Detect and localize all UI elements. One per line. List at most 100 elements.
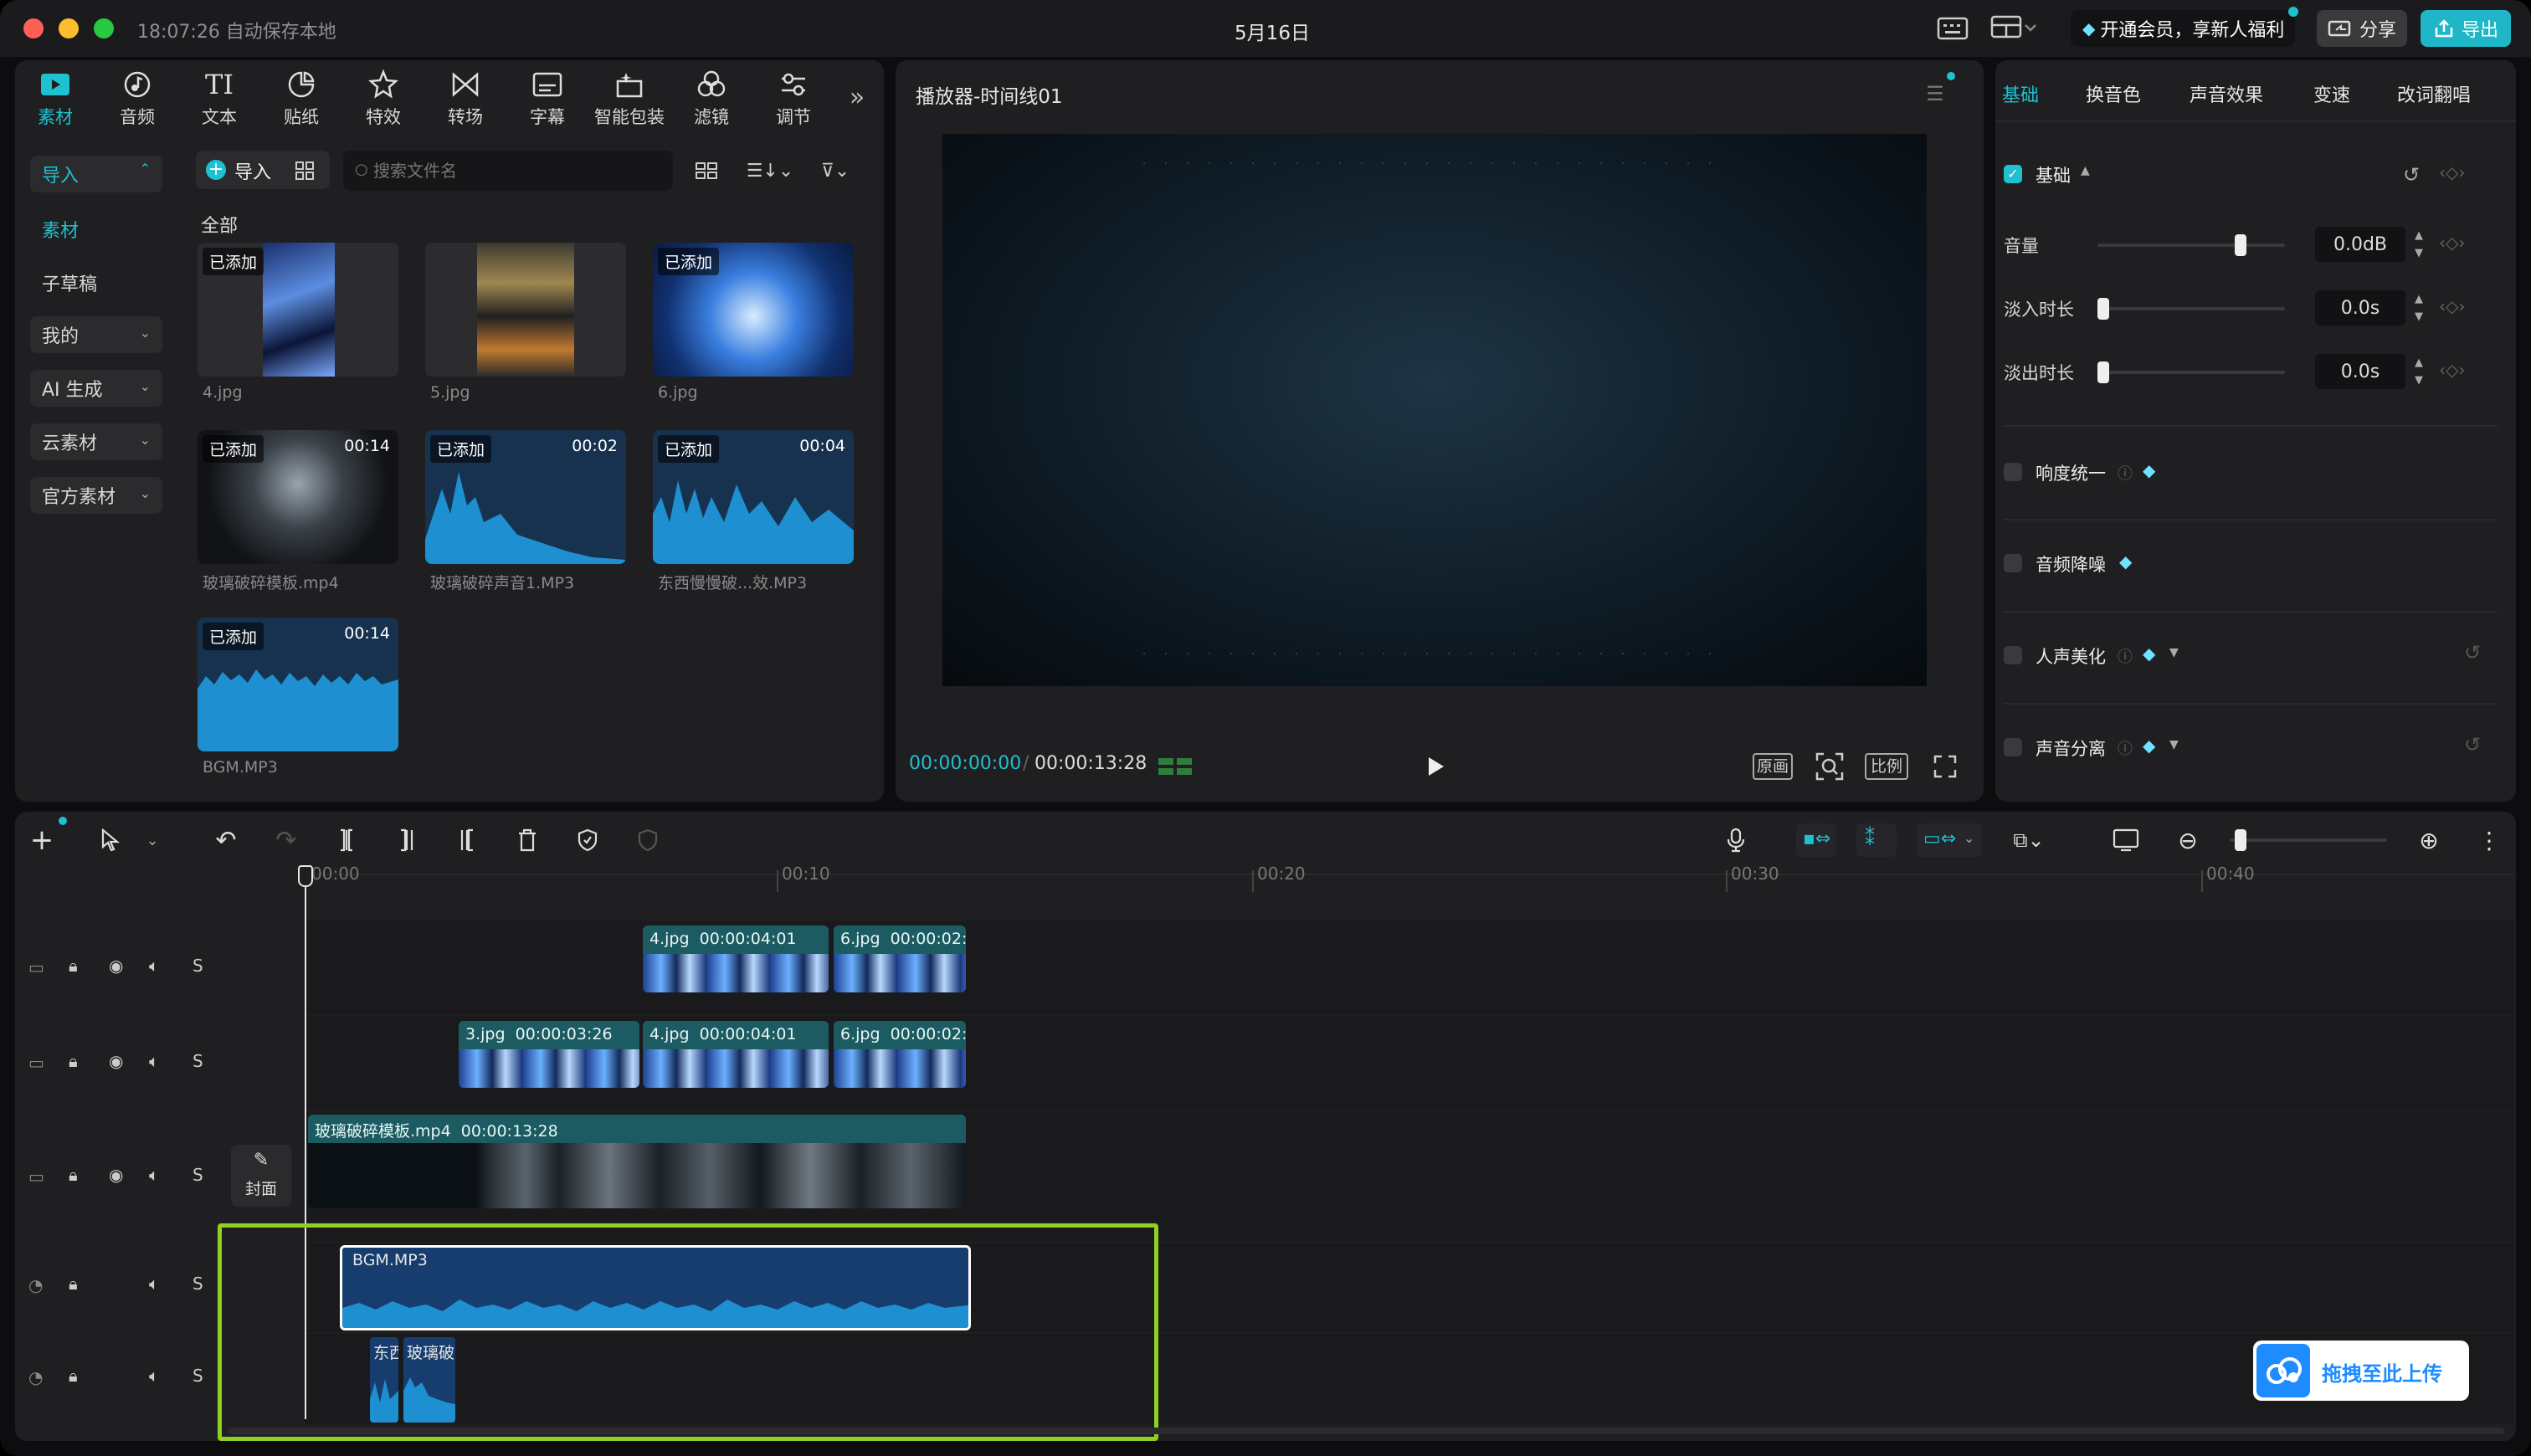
volume-value-field[interactable]: 0.0dB — [2315, 227, 2405, 262]
toolbar-audio[interactable]: 音频 — [97, 67, 177, 127]
layout-icon[interactable] — [1989, 12, 2039, 44]
basic-checkbox[interactable]: ✓ — [2004, 165, 2022, 183]
keyframe-nav-icon[interactable]: ‹◇› — [2439, 296, 2465, 316]
shortcut-keyboard-icon[interactable] — [1935, 13, 1970, 44]
more-options-icon[interactable]: ⋮ — [2472, 823, 2506, 857]
share-button[interactable]: 分享 — [2317, 10, 2407, 47]
help-icon[interactable]: ⓘ — [2118, 462, 2133, 484]
caret-up-icon[interactable]: ▲ — [2081, 164, 2090, 177]
lock-icon[interactable]: 🔒︎ — [69, 1366, 78, 1386]
playhead[interactable] — [305, 867, 306, 1419]
media-item-break-sfx-mp3[interactable]: 已添加 00:04 — [653, 430, 854, 564]
sidebar-item-cloud[interactable]: 云素材 ⌄ — [30, 423, 162, 460]
search-box[interactable]: ○ — [343, 151, 673, 191]
toolbar-sticker[interactable]: 贴纸 — [261, 67, 341, 127]
zoom-in-icon[interactable]: ⊕ — [2412, 823, 2446, 857]
solo-button[interactable]: S — [193, 1051, 203, 1071]
reset-icon[interactable]: ↺ — [2464, 641, 2481, 664]
timeline-clip[interactable]: 4.jpg 00:00:04:01 — [643, 1021, 829, 1088]
media-item-5-jpg[interactable] — [425, 243, 626, 377]
bgm-audio-clip[interactable]: BGM.MP3 — [340, 1245, 971, 1330]
auto-snap-button[interactable]: ▪⇔ — [1796, 823, 1836, 857]
zoom-out-icon[interactable]: ⊖ — [2171, 823, 2205, 857]
keyframe-nav-icon[interactable]: ‹◇› — [2439, 233, 2465, 253]
speaker-icon[interactable]: 🔈︎ — [149, 1165, 159, 1185]
player-menu-icon[interactable]: ☰ — [1918, 80, 1952, 107]
loudness-checkbox[interactable] — [2004, 463, 2022, 481]
timeline-clip[interactable]: 3.jpg 00:00:03:26 — [459, 1021, 639, 1088]
fade-out-stepper[interactable]: ▲ ▼ — [2409, 354, 2429, 389]
volume-slider[interactable] — [2097, 234, 2285, 256]
voice-beautify-checkbox[interactable] — [2004, 646, 2022, 664]
zoom-slider[interactable] — [2230, 829, 2387, 851]
import-button[interactable]: 导入 — [234, 157, 271, 184]
toolbar-more-icon[interactable]: » — [840, 80, 874, 114]
solo-button[interactable]: S — [193, 956, 203, 976]
plus-icon[interactable]: + — [206, 160, 226, 180]
caret-down-icon[interactable]: ▼ — [2169, 646, 2179, 659]
fade-in-value-field[interactable]: 0.0s — [2315, 290, 2405, 326]
split-right-icon[interactable] — [450, 823, 484, 857]
sidebar-item-ai-generate[interactable]: AI 生成 ⌄ — [30, 370, 162, 407]
cover-button[interactable]: ✎ 封面 — [231, 1145, 291, 1207]
media-item-4-jpg[interactable]: 已添加 — [198, 243, 398, 377]
freeze-shield-icon[interactable] — [571, 823, 604, 857]
caret-down-icon[interactable]: ▼ — [2169, 738, 2179, 751]
toolbar-text[interactable]: TI 文本 — [179, 67, 259, 127]
media-item-bgm-mp3[interactable]: 已添加 00:14 — [198, 618, 398, 751]
solo-button[interactable]: S — [193, 1274, 203, 1294]
split-icon[interactable] — [330, 823, 363, 857]
lock-icon[interactable]: 🔒︎ — [69, 1274, 78, 1294]
speaker-icon[interactable]: 🔈︎ — [149, 956, 159, 976]
fade-in-stepper[interactable]: ▲ ▼ — [2409, 290, 2429, 326]
media-item-glass-mp4[interactable]: 已添加 00:14 — [198, 430, 398, 564]
fullscreen-icon[interactable] — [1928, 750, 1962, 783]
sidebar-item-import[interactable]: 导入 ⌃ — [30, 156, 162, 192]
lock-icon[interactable]: 🔒︎ — [69, 1051, 78, 1071]
split-left-icon[interactable] — [390, 823, 424, 857]
voice-separate-checkbox[interactable] — [2004, 738, 2022, 756]
media-item-glass-sound-mp3[interactable]: 已添加 00:02 — [425, 430, 626, 564]
speaker-icon[interactable]: 🔈︎ — [149, 1274, 159, 1294]
timeline-clip[interactable]: 4.jpg 00:00:04:01 — [643, 925, 829, 992]
speaker-icon[interactable]: 🔈︎ — [149, 1366, 159, 1386]
toolbar-effects[interactable]: 特效 — [343, 67, 424, 127]
fade-in-slider[interactable] — [2097, 298, 2285, 320]
tab-sound-effects[interactable]: 声音效果 — [2190, 80, 2263, 107]
volume-stepper[interactable]: ▲ ▼ — [2409, 227, 2429, 262]
toolbar-smart-package[interactable]: 智能包装 — [589, 67, 670, 127]
aspect-ratio-button[interactable]: 比例 — [1865, 753, 1908, 780]
sidebar-item-media[interactable]: 素材 — [30, 211, 162, 248]
speaker-icon[interactable]: 🔈︎ — [149, 1051, 159, 1071]
eye-icon[interactable]: ◉ — [109, 1051, 123, 1071]
toolbar-filter[interactable]: 滤镜 — [671, 67, 752, 127]
toolbar-subtitle[interactable]: 字幕 — [507, 67, 588, 127]
video-preview[interactable] — [942, 134, 1927, 686]
select-tool-icon[interactable] — [94, 823, 127, 857]
vip-promo-button[interactable]: ◆ 开通会员，享新人福利 — [2071, 7, 2298, 47]
timeline-clip[interactable]: 6.jpg 00:00:02: — [834, 925, 966, 992]
link-button[interactable]: ▭⇔ ⌄ — [1917, 823, 1982, 857]
preview-axis-button[interactable]: ⁑ — [1856, 823, 1897, 857]
tab-voice-change[interactable]: 换音色 — [2086, 80, 2141, 107]
export-button[interactable]: 导出 — [2421, 10, 2511, 47]
reset-icon[interactable]: ↺ — [2397, 161, 2426, 189]
close-window-button[interactable] — [23, 18, 44, 38]
tab-lyrics-cover[interactable]: 改词翻唱 — [2397, 80, 2471, 107]
tab-basic[interactable]: 基础 — [2002, 80, 2039, 107]
minimize-window-button[interactable] — [59, 18, 79, 38]
lock-icon[interactable]: 🔒︎ — [69, 1165, 78, 1185]
tab-speed[interactable]: 变速 — [2313, 80, 2350, 107]
timeline-scrollbar[interactable] — [228, 1428, 2504, 1434]
main-video-clip[interactable]: 玻璃破碎模板.mp4 00:00:13:28 — [308, 1115, 966, 1208]
timeline-clip[interactable]: 6.jpg 00:00:02: — [834, 1021, 966, 1088]
maximize-window-button[interactable] — [94, 18, 114, 38]
playhead-handle[interactable] — [298, 865, 313, 887]
sfx-audio-clip[interactable]: 东西 — [370, 1337, 398, 1423]
sidebar-item-mine[interactable]: 我的 ⌄ — [30, 316, 162, 353]
play-button[interactable] — [1420, 750, 1453, 783]
keyframe-nav-icon[interactable]: ‹◇› — [2439, 162, 2465, 182]
toolbar-adjust[interactable]: 调节 — [753, 67, 834, 127]
fade-out-slider[interactable] — [2097, 361, 2285, 383]
lock-icon[interactable]: 🔒︎ — [69, 956, 78, 976]
